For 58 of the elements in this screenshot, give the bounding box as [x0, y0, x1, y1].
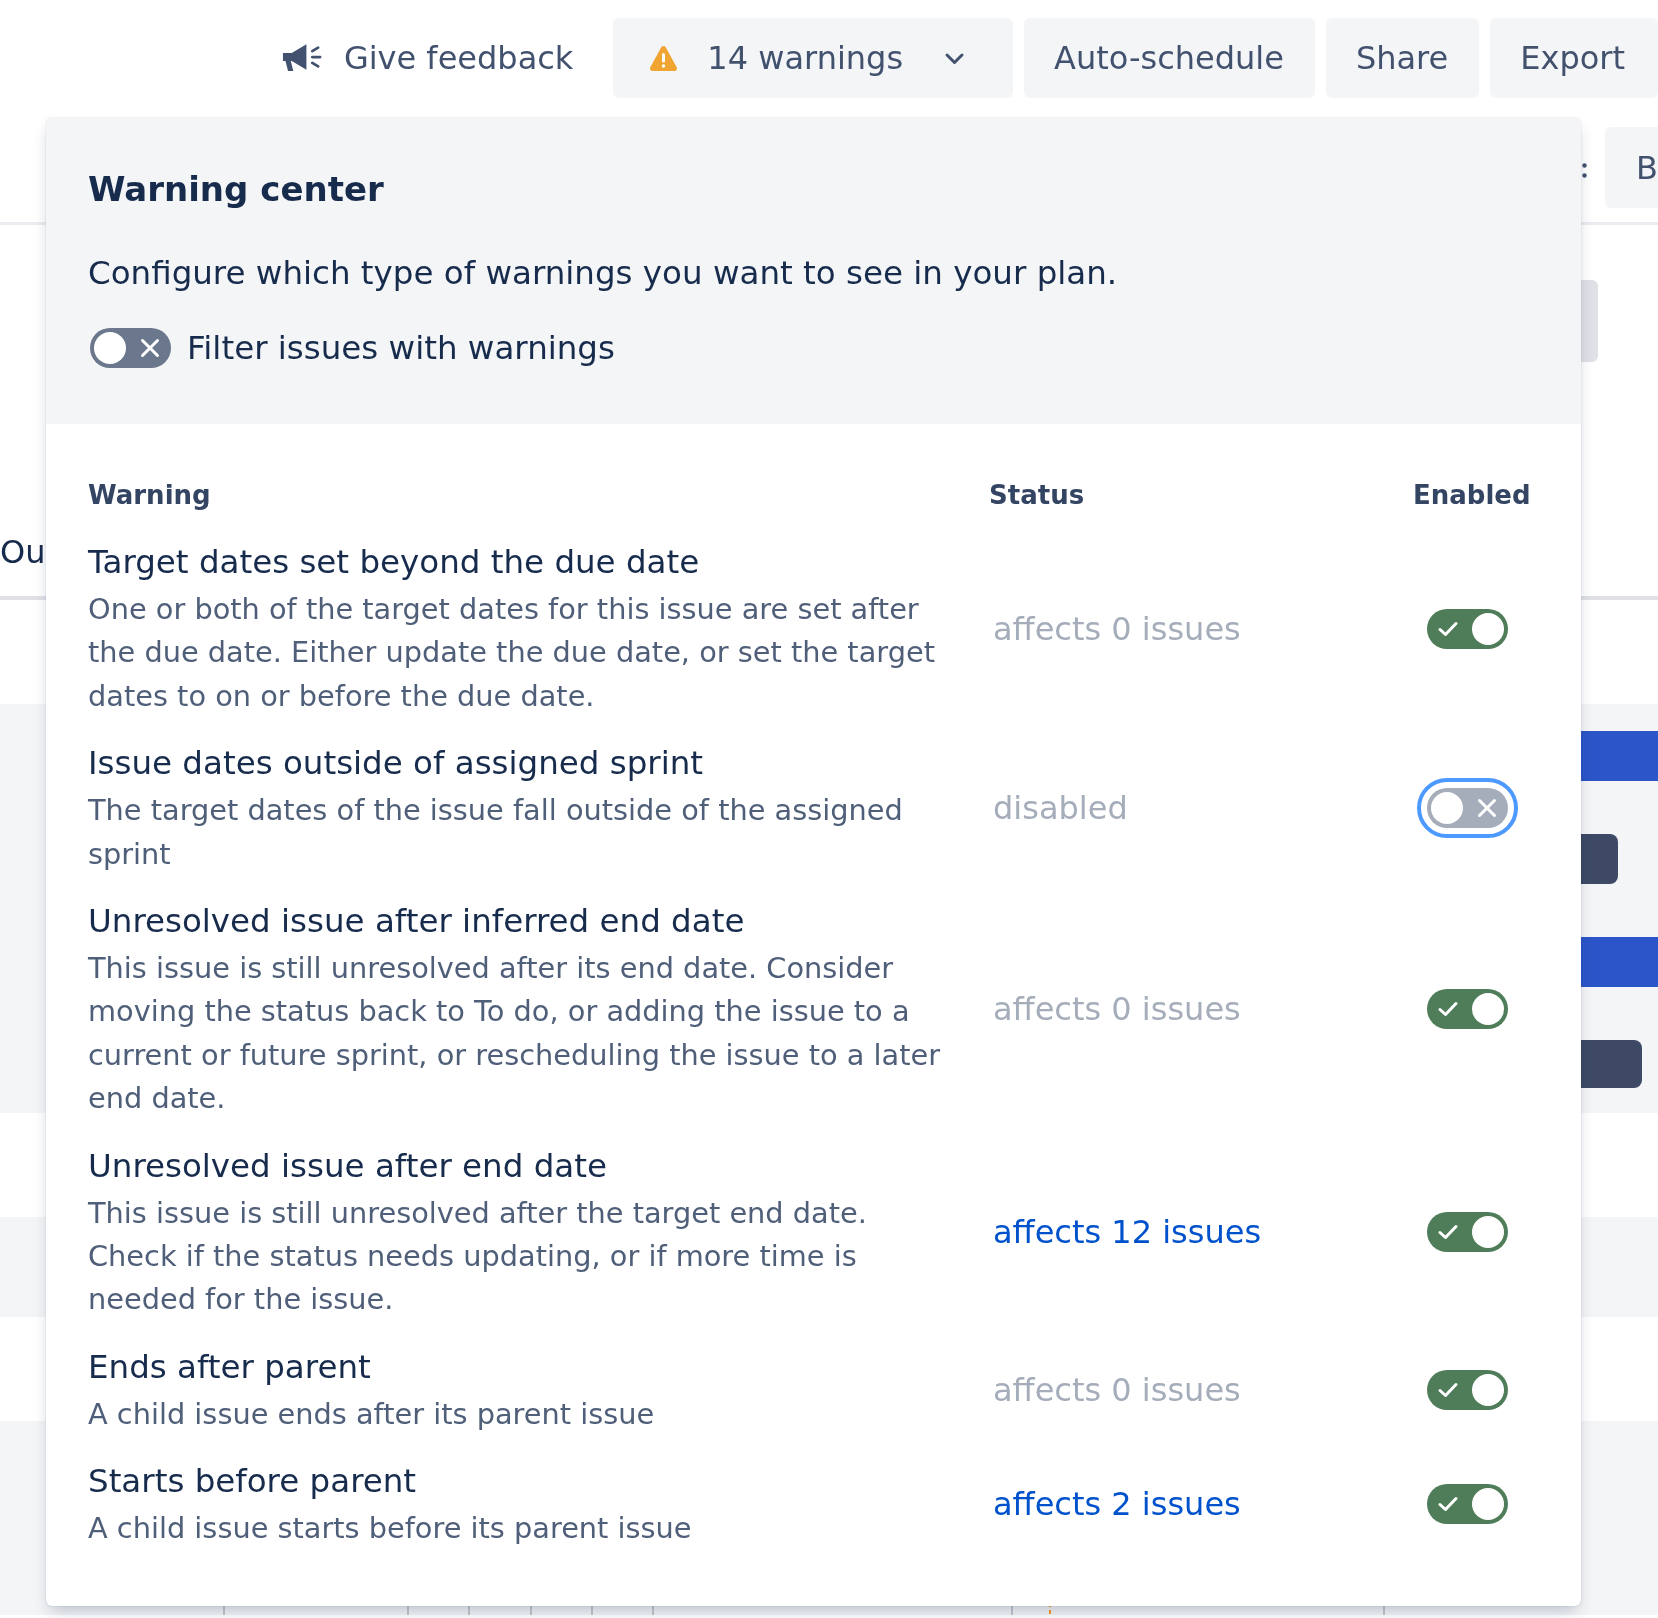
toolbar-button[interactable]: Auto-schedule — [1024, 18, 1315, 98]
panel-title: Warning center — [88, 168, 385, 211]
warning-title: Ends after parent — [88, 1346, 372, 1388]
warnings-button[interactable]: 14 warnings — [613, 18, 1014, 98]
feedback-button[interactable]: Give feedback — [280, 18, 574, 98]
cross-icon — [140, 338, 160, 358]
chevron-down-icon — [944, 51, 966, 65]
megaphone-icon — [280, 42, 324, 74]
check-icon — [1438, 1382, 1458, 1399]
toggle-knob — [1472, 993, 1504, 1026]
status-text: affects 0 issues — [993, 989, 1241, 1031]
status-text: disabled — [993, 788, 1128, 830]
check-icon — [1438, 1496, 1458, 1513]
timeline-bar — [1581, 834, 1618, 884]
warning-title: Unresolved issue after end date — [88, 1145, 608, 1187]
toggle-switch[interactable] — [90, 328, 171, 368]
status-text: affects 0 issues — [993, 608, 1241, 650]
toolbar-button[interactable]: B — [1605, 127, 1658, 208]
warning-icon — [649, 45, 679, 71]
column-header: Status — [989, 479, 1086, 512]
toggle-knob — [1472, 612, 1504, 645]
status-link[interactable]: affects 2 issues — [993, 1481, 1241, 1528]
toggle-switch[interactable] — [1427, 788, 1508, 829]
toggle-switch[interactable] — [1427, 1212, 1508, 1253]
dots-icon — [1582, 163, 1588, 178]
warning-title: Issue dates outside of assigned sprint — [88, 743, 704, 785]
column-header: Warning — [88, 479, 212, 512]
cross-icon — [1477, 798, 1497, 819]
toggle-knob — [94, 332, 126, 364]
check-icon — [1438, 1001, 1458, 1018]
warning-description: A child issue ends after its parent issue — [88, 1395, 656, 1433]
toggle-knob — [1472, 1488, 1504, 1521]
warning-description: One or both of the target dates for this issue are set after the due date. Either update the due date, or set the target dates to on or before the due date. — [88, 591, 936, 715]
warning-description: A child issue starts before its parent issue — [88, 1510, 693, 1548]
warning-title: Starts before parent — [88, 1461, 418, 1503]
check-icon — [1438, 620, 1458, 637]
status-text: affects 0 issues — [993, 1370, 1241, 1412]
panel-description: Configure which type of warnings you want to see in your plan. — [88, 253, 1119, 294]
warning-description: This issue is still unresolved after its end date. Consider moving the status back to To do, or adding the issue to a current or future sprint, or rescheduling the issue to a later end date. — [88, 950, 942, 1118]
timeline-bar — [1581, 1040, 1642, 1088]
toggle-knob — [1472, 1374, 1504, 1407]
toggle-knob — [1431, 792, 1463, 825]
toggle-switch[interactable] — [1427, 989, 1508, 1030]
toolbar-button[interactable]: Export — [1490, 18, 1658, 98]
toggle-knob — [1472, 1216, 1504, 1249]
tab-label[interactable]: Ou — [0, 532, 46, 572]
toggle-switch[interactable] — [1427, 1484, 1508, 1525]
warning-title: Unresolved issue after inferred end date — [88, 901, 746, 943]
check-icon — [1438, 1224, 1458, 1241]
column-header: Enabled — [1413, 479, 1532, 512]
warning-description: This issue is still unresolved after the target end date. Check if the status needs updating, or if more time is needed for the issue. — [88, 1194, 868, 1319]
toggle-label: Filter issues with warnings — [187, 328, 615, 368]
toggle-switch[interactable] — [1427, 1370, 1508, 1411]
warning-description: The target dates of the issue fall outside of the assigned sprint — [88, 792, 904, 873]
status-link[interactable]: affects 12 issues — [993, 1209, 1262, 1256]
toggle-switch[interactable] — [1427, 608, 1508, 649]
toolbar-button[interactable]: Share — [1325, 18, 1480, 98]
warning-title: Target dates set beyond the due date — [88, 542, 701, 583]
